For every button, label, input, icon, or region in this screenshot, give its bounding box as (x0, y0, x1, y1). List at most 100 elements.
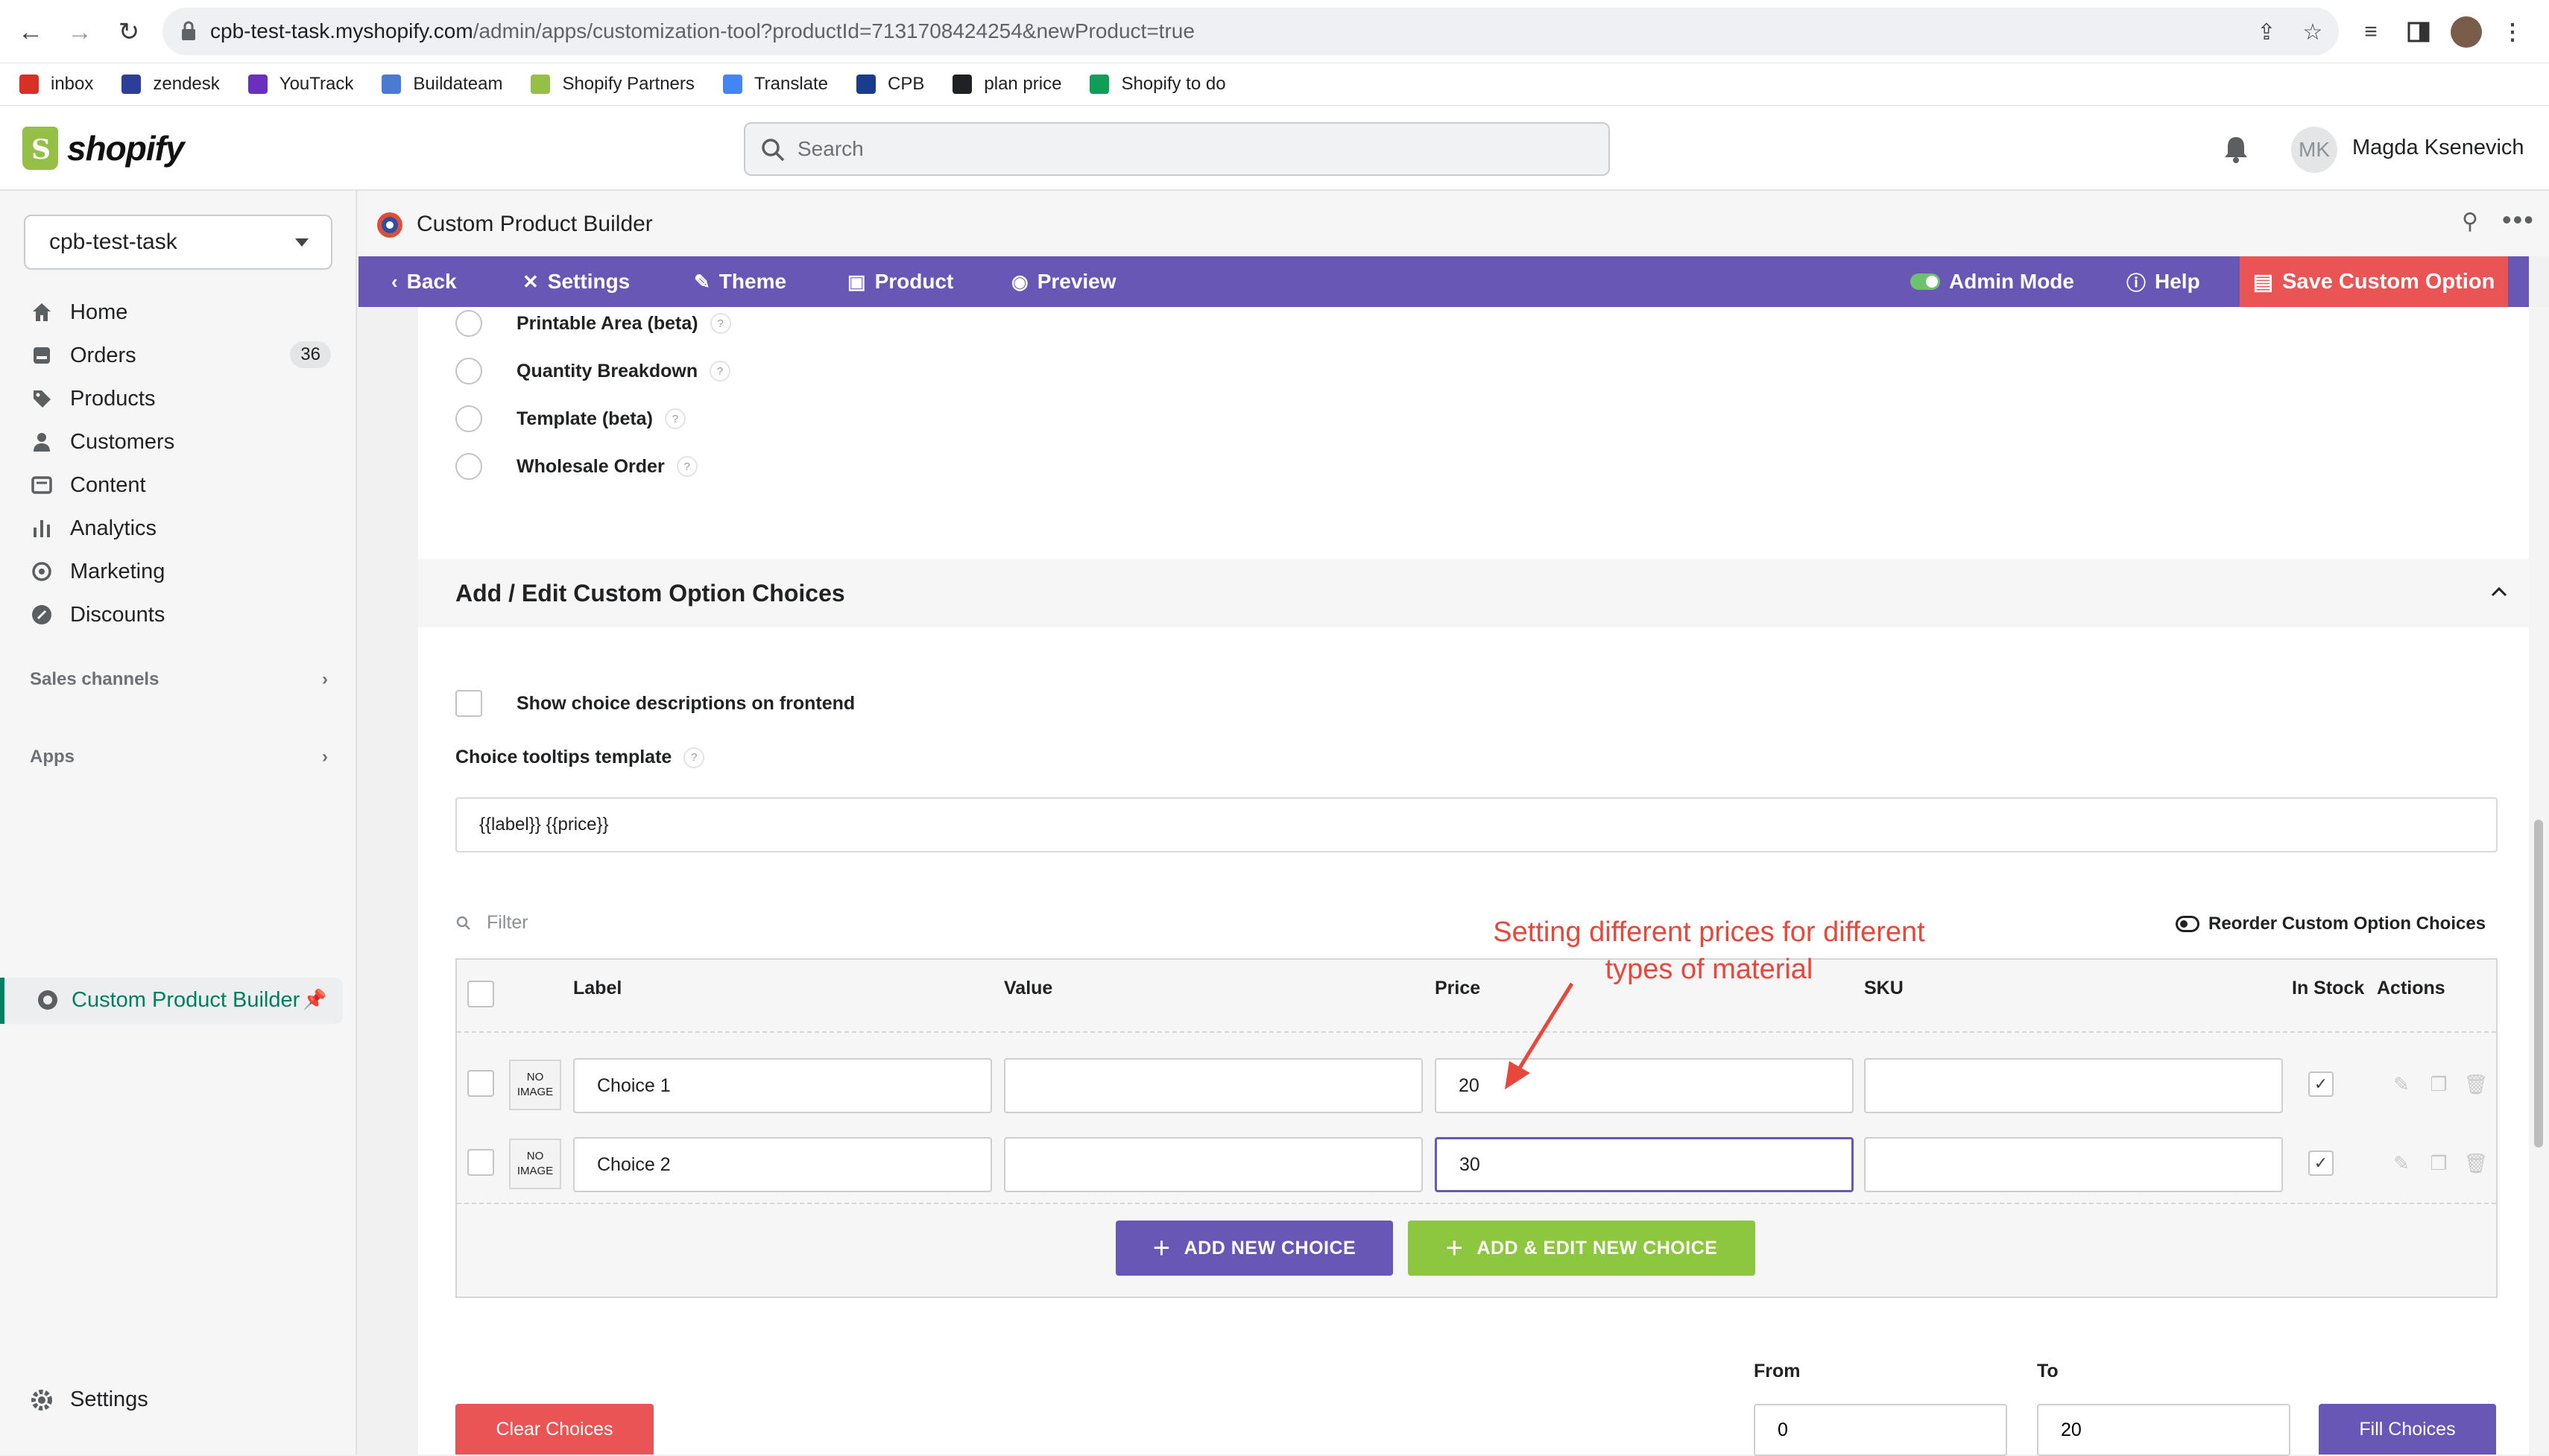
sidepanel-icon[interactable] (2400, 13, 2437, 51)
profile-avatar-icon[interactable] (2448, 13, 2485, 51)
sidebar-item-customers[interactable]: Customers (30, 423, 328, 460)
sidebar-item-settings[interactable]: Settings (30, 1387, 148, 1412)
bookmark-inbox[interactable]: inbox (19, 74, 93, 95)
store-selector[interactable]: cpb-test-task (24, 215, 332, 270)
bookmark-youtrack[interactable]: YouTrack (247, 74, 353, 95)
radio-button[interactable] (455, 405, 482, 432)
more-options-icon[interactable]: ••• (2502, 204, 2535, 235)
settings-menu-button[interactable]: ✕ Settings (522, 256, 630, 307)
media-icon[interactable]: ≡ (2352, 13, 2390, 51)
sidebar-item-content[interactable]: Content (30, 466, 328, 504)
choice-label-input[interactable] (573, 1137, 992, 1192)
edit-icon[interactable]: ✎ (2390, 1152, 2413, 1174)
row-checkbox[interactable] (467, 1070, 494, 1097)
pin-icon[interactable]: 📌 (303, 988, 326, 1011)
bookmark-cpb[interactable]: CPB (856, 74, 924, 95)
help-question-icon[interactable]: ? (710, 313, 731, 334)
from-input[interactable] (1754, 1404, 2007, 1456)
choice-value-input[interactable] (1004, 1137, 1423, 1192)
choice-price-input[interactable] (1435, 1137, 1854, 1192)
address-bar[interactable]: cpb-test-task.myshopify.com/admin/apps/c… (162, 7, 2339, 55)
reorder-choices-toggle[interactable]: Reorder Custom Option Choices (2176, 914, 2486, 934)
sidebar-item-discounts[interactable]: Discounts (30, 596, 328, 633)
no-image-placeholder[interactable]: NO IMAGE (509, 1060, 561, 1110)
scrollbar-thumb[interactable] (2534, 820, 2543, 1148)
help-question-icon[interactable]: ? (676, 456, 698, 477)
option-type-template[interactable]: Template (beta) ? (455, 405, 686, 432)
duplicate-icon[interactable]: ❐ (2428, 1073, 2450, 1095)
show-descriptions-checkbox[interactable] (455, 690, 482, 717)
filter-input[interactable]: Filter (455, 912, 528, 934)
choice-label-input[interactable] (573, 1058, 992, 1113)
choice-sku-input[interactable] (1864, 1137, 2283, 1192)
add-new-choice-button[interactable]: + ADD NEW CHOICE (1116, 1221, 1393, 1276)
bell-icon[interactable] (2221, 134, 2251, 164)
row-checkbox[interactable] (467, 1149, 494, 1176)
bookmark-zendesk[interactable]: zendesk (121, 74, 220, 95)
admin-mode-toggle[interactable]: Admin Mode (1910, 256, 2074, 307)
help-question-icon[interactable]: ? (683, 747, 705, 768)
add-edit-new-choice-button[interactable]: + ADD & EDIT NEW CHOICE (1408, 1221, 1755, 1276)
sidebar-item-custom-product-builder[interactable]: Custom Product Builder 📌 (0, 978, 343, 1024)
bookmark-shopify-todo[interactable]: Shopify to do (1090, 74, 1226, 95)
shopify-logo[interactable]: shopify (22, 127, 185, 170)
option-type-quantity-breakdown[interactable]: Quantity Breakdown ? (455, 358, 731, 384)
bookmark-shopify-partners[interactable]: Shopify Partners (531, 74, 695, 95)
edit-icon[interactable]: ✎ (2390, 1073, 2413, 1095)
sidebar-item-marketing[interactable]: Marketing (30, 553, 328, 590)
bookmark-translate[interactable]: Translate (722, 74, 828, 95)
radio-button[interactable] (455, 453, 482, 480)
forward-arrow-icon[interactable]: → (61, 13, 98, 51)
save-custom-option-button[interactable]: ▤ Save Custom Option (2240, 256, 2508, 307)
help-menu-button[interactable]: ⓘ Help (2126, 256, 2200, 307)
fill-choices-button[interactable]: Fill Choices (2319, 1404, 2496, 1455)
option-type-wholesale-order[interactable]: Wholesale Order ? (455, 453, 698, 480)
browser-menu-icon[interactable]: ⋮ (2494, 13, 2531, 51)
reload-icon[interactable]: ↻ (110, 13, 148, 51)
choice-price-input[interactable] (1435, 1058, 1854, 1113)
theme-menu-button[interactable]: ✎ Theme (694, 256, 786, 307)
select-all-checkbox[interactable] (467, 981, 494, 1007)
choice-sku-input[interactable] (1864, 1058, 2283, 1113)
avatar[interactable]: MK (2291, 127, 2337, 173)
trash-icon[interactable]: 🗑 (2464, 1073, 2489, 1095)
back-arrow-icon[interactable]: ← (12, 13, 49, 51)
sidebar-item-analytics[interactable]: Analytics (30, 510, 328, 547)
gear-icon (31, 1389, 52, 1411)
no-image-placeholder[interactable]: NO IMAGE (509, 1139, 561, 1189)
search-input[interactable]: Search (744, 122, 1610, 176)
browser-toolbar: ← → ↻ cpb-test-task.myshopify.com/admin/… (0, 0, 2549, 63)
share-icon[interactable]: ⇪ (2248, 13, 2285, 51)
back-button[interactable]: ‹ Back (391, 256, 457, 307)
chevron-up-icon[interactable] (2490, 583, 2508, 601)
star-icon[interactable]: ☆ (2294, 13, 2331, 51)
help-question-icon[interactable]: ? (710, 361, 731, 382)
preview-menu-button[interactable]: ◉ Preview (1011, 256, 1116, 307)
radio-button[interactable] (455, 310, 482, 337)
choices-section-header[interactable]: Add / Edit Custom Option Choices (418, 559, 2529, 627)
help-question-icon[interactable]: ? (664, 408, 686, 429)
option-type-printable-area[interactable]: Printable Area (beta) ? (455, 310, 731, 337)
user-name[interactable]: Magda Ksenevich (2352, 136, 2524, 160)
trash-icon[interactable]: 🗑 (2464, 1152, 2489, 1174)
sidebar-item-home[interactable]: Home (30, 294, 328, 331)
pin-icon[interactable]: ⚲ (2462, 209, 2478, 235)
clear-choices-button[interactable]: Clear Choices (455, 1404, 654, 1455)
menu-label: Settings (547, 270, 631, 293)
radio-button[interactable] (455, 358, 482, 384)
show-descriptions-checkbox-row[interactable]: Show choice descriptions on frontend (455, 690, 855, 717)
tooltip-template-input[interactable] (455, 797, 2498, 852)
duplicate-icon[interactable]: ❐ (2428, 1152, 2450, 1174)
bookmark-plan-price[interactable]: plan price (953, 74, 1061, 95)
shopify-topbar: shopify Search MK Magda Ksenevich (0, 106, 2549, 191)
sidebar-section-apps[interactable]: Apps › (30, 747, 328, 767)
sidebar-item-orders[interactable]: Orders 36 (30, 337, 331, 374)
choice-value-input[interactable] (1004, 1058, 1423, 1113)
sidebar-section-sales-channels[interactable]: Sales channels › (30, 669, 328, 690)
to-input[interactable] (2037, 1404, 2290, 1456)
bookmark-buildateam[interactable]: Buildateam (382, 74, 502, 95)
in-stock-checkbox[interactable]: ✓ (2308, 1150, 2334, 1176)
sidebar-item-products[interactable]: Products (30, 380, 328, 417)
product-menu-button[interactable]: ▣ Product (847, 256, 953, 307)
in-stock-checkbox[interactable]: ✓ (2308, 1072, 2334, 1097)
